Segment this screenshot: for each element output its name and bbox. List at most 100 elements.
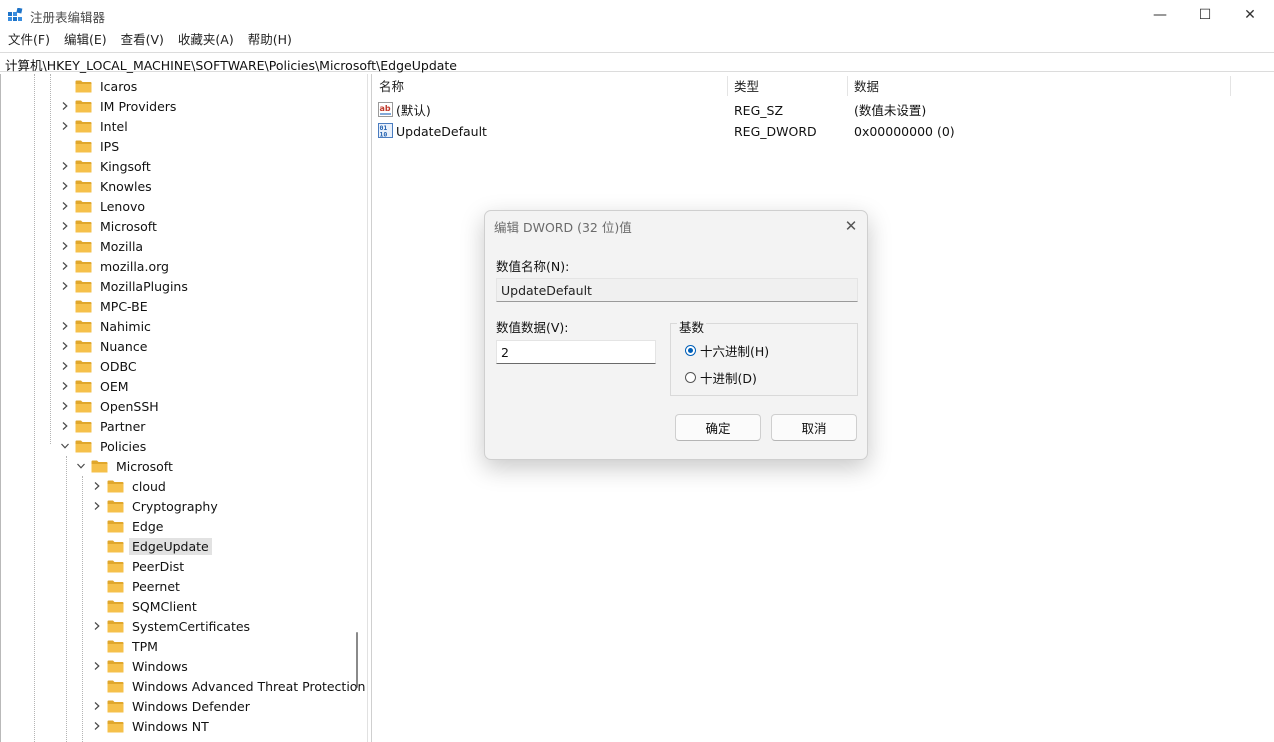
tree-item[interactable]: Cryptography xyxy=(90,496,221,516)
chevron-right-icon[interactable] xyxy=(58,316,72,336)
minimize-button[interactable]: — xyxy=(1137,0,1183,30)
menu-favorites[interactable]: 收藏夹(A) xyxy=(178,30,234,50)
table-row[interactable]: 01 10 UpdateDefault REG_DWORD 0x00000000… xyxy=(372,121,1272,141)
tree-item[interactable]: Lenovo xyxy=(58,196,148,216)
ok-button[interactable]: 确定 xyxy=(675,414,761,441)
chevron-right-icon[interactable] xyxy=(58,216,72,236)
tree-item[interactable]: Nahimic xyxy=(58,316,154,336)
chevron-down-icon[interactable] xyxy=(58,436,72,456)
close-button[interactable]: ✕ xyxy=(1227,0,1273,30)
tree-item[interactable]: Windows xyxy=(90,656,191,676)
tree-item-label: Kingsoft xyxy=(100,158,151,174)
chevron-right-icon[interactable] xyxy=(58,376,72,396)
tree-item[interactable]: Microsoft xyxy=(58,216,160,236)
chevron-down-icon[interactable] xyxy=(74,456,88,476)
tree-item[interactable]: IPS xyxy=(58,136,122,156)
tree-item-label: Lenovo xyxy=(100,198,146,214)
chevron-right-icon[interactable] xyxy=(58,336,72,356)
cancel-button[interactable]: 取消 xyxy=(771,414,857,441)
chevron-right-icon[interactable] xyxy=(58,356,72,376)
chevron-right-icon[interactable] xyxy=(58,116,72,136)
tree-item-label: Windows NT xyxy=(132,718,209,734)
chevron-right-icon[interactable] xyxy=(58,236,72,256)
chevron-right-icon[interactable] xyxy=(90,616,104,636)
column-name[interactable]: 名称 xyxy=(379,74,404,98)
tree-item[interactable]: Peernet xyxy=(90,576,183,596)
tree-item-label: Windows xyxy=(132,658,188,674)
chevron-right-icon[interactable] xyxy=(90,696,104,716)
tree-item[interactable]: SQMClient xyxy=(90,596,200,616)
column-separator[interactable] xyxy=(727,76,728,96)
tree-item[interactable]: Windows Advanced Threat Protection xyxy=(90,676,367,696)
tree-item[interactable]: TPM xyxy=(90,636,161,656)
chevron-right-icon[interactable] xyxy=(58,416,72,436)
folder-icon xyxy=(75,100,92,113)
chevron-right-icon[interactable] xyxy=(58,96,72,116)
menu-bar: 文件(F) 编辑(E) 查看(V) 收藏夹(A) 帮助(H) xyxy=(0,30,1274,50)
chevron-right-icon[interactable] xyxy=(58,256,72,276)
address-path[interactable]: 计算机\HKEY_LOCAL_MACHINE\SOFTWARE\Policies… xyxy=(5,55,457,74)
tree-item[interactable]: Windows Defender xyxy=(90,696,253,716)
folder-icon xyxy=(75,180,92,193)
column-data[interactable]: 数据 xyxy=(854,74,879,98)
folder-icon xyxy=(107,620,124,633)
key-tree[interactable]: Icaros IM Providers Intel IPS Kingsoft Knowle… xyxy=(0,74,368,742)
tree-item[interactable]: Kingsoft xyxy=(58,156,154,176)
decimal-radio[interactable]: 十进制(D) xyxy=(685,368,825,386)
chevron-right-icon[interactable] xyxy=(90,716,104,736)
tree-item[interactable]: Intel xyxy=(58,116,131,136)
tree-item[interactable]: mozilla.org xyxy=(58,256,172,276)
chevron-right-icon[interactable] xyxy=(58,156,72,176)
tree-item[interactable]: Edge xyxy=(90,516,166,536)
dialog-close-button[interactable]: ✕ xyxy=(839,214,863,238)
tree-item[interactable]: Windows NT xyxy=(90,716,212,736)
dialog-title: 编辑 DWORD (32 位)值 xyxy=(494,220,632,235)
menu-view[interactable]: 查看(V) xyxy=(121,30,164,50)
chevron-right-icon[interactable] xyxy=(90,496,104,516)
tree-item[interactable]: MozillaPlugins xyxy=(58,276,191,296)
chevron-right-icon[interactable] xyxy=(90,656,104,676)
menu-help[interactable]: 帮助(H) xyxy=(248,30,292,50)
tree-item[interactable]: IM Providers xyxy=(58,96,179,116)
hex-radio[interactable]: 十六进制(H) xyxy=(685,341,825,359)
chevron-right-icon[interactable] xyxy=(58,176,72,196)
tree-item[interactable]: Policies xyxy=(58,436,149,456)
tree-item[interactable]: Knowles xyxy=(58,176,155,196)
tree-item[interactable]: Nuance xyxy=(58,336,150,356)
value-name-field[interactable] xyxy=(496,278,858,302)
chevron-right-icon[interactable] xyxy=(90,476,104,496)
chevron-right-icon[interactable] xyxy=(58,276,72,296)
tree-item[interactable]: Partner xyxy=(58,416,148,436)
tree-item-label: PeerDist xyxy=(132,558,185,574)
tree-item[interactable]: Microsoft xyxy=(74,456,176,476)
column-type[interactable]: 类型 xyxy=(734,74,759,98)
chevron-right-icon[interactable] xyxy=(58,396,72,416)
tree-item[interactable]: cloud xyxy=(90,476,169,496)
tree-item[interactable]: EdgeUpdate xyxy=(90,536,212,556)
tree-item-label: SQMClient xyxy=(132,598,197,614)
tree-item[interactable]: OEM xyxy=(58,376,132,396)
menu-file[interactable]: 文件(F) xyxy=(8,30,50,50)
tree-item[interactable]: OpenSSH xyxy=(58,396,162,416)
table-row[interactable]: ab (默认) REG_SZ (数值未设置) xyxy=(372,100,1272,120)
column-separator[interactable] xyxy=(847,76,848,96)
tree-item-label: Intel xyxy=(100,118,128,134)
tree-item[interactable]: ODBC xyxy=(58,356,140,376)
menu-edit[interactable]: 编辑(E) xyxy=(64,30,107,50)
tree-item[interactable]: Mozilla xyxy=(58,236,146,256)
folder-icon xyxy=(75,120,92,133)
tree-item[interactable]: Icaros xyxy=(58,76,140,96)
title-bar: 注册表编辑器 — ☐ ✕ xyxy=(0,0,1274,30)
address-bar[interactable]: 计算机\HKEY_LOCAL_MACHINE\SOFTWARE\Policies… xyxy=(0,52,1274,74)
tree-item[interactable]: MPC-BE xyxy=(58,296,151,316)
column-separator[interactable] xyxy=(1230,76,1231,96)
maximize-button[interactable]: ☐ xyxy=(1182,0,1228,30)
value-data-field[interactable] xyxy=(496,340,656,364)
chevron-right-icon[interactable] xyxy=(58,196,72,216)
tree-item[interactable]: PeerDist xyxy=(90,556,187,576)
tree-item-label: IM Providers xyxy=(100,98,177,114)
tree-item[interactable]: SystemCertificates xyxy=(90,616,253,636)
